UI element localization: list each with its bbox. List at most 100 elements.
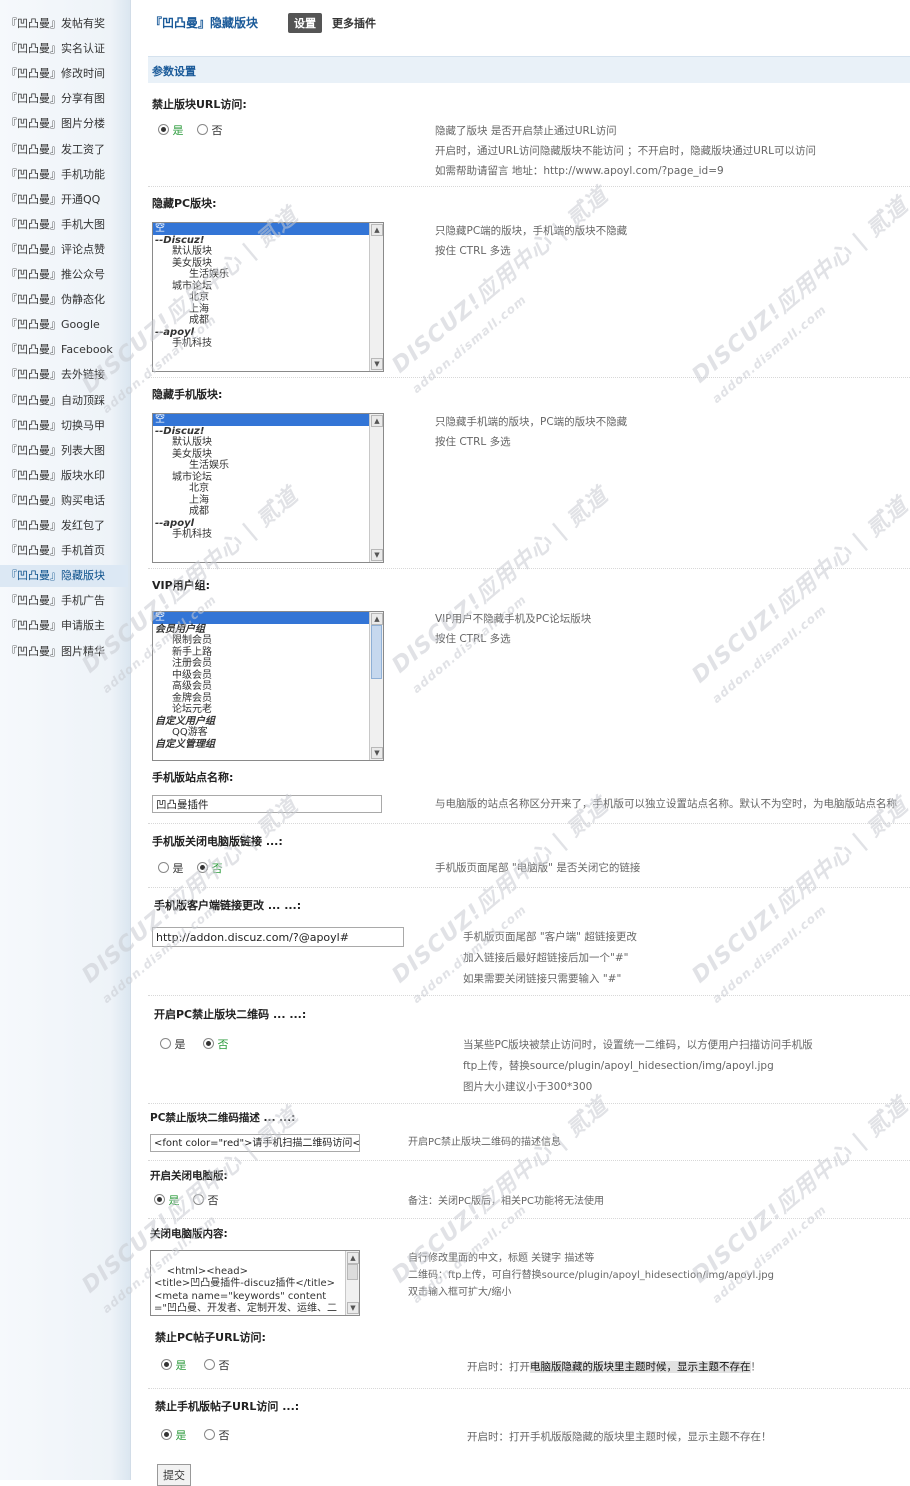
- radio-group-mobile-thread-url: 是 否: [161, 1427, 240, 1443]
- sidebar-item[interactable]: 『凹凸曼』隐藏版块: [0, 565, 128, 588]
- help-block-url: 隐藏了版块 是否开启禁止通过URL访问 开启时，通过URL访问隐藏版块不能访问 …: [435, 121, 816, 181]
- main-content: 『凹凸曼』隐藏版块 设置 更多插件 参数设置 禁止版块URL访问: 是 否 隐藏…: [130, 0, 910, 1486]
- scrollbar[interactable]: ▲ ▼: [369, 223, 383, 371]
- radio-yes[interactable]: [158, 862, 169, 873]
- select-optgroup[interactable]: 自定义用户组: [153, 716, 383, 728]
- select-option[interactable]: 美女版块: [153, 449, 383, 461]
- scroll-up-icon[interactable]: ▲: [371, 224, 383, 236]
- sidebar-item[interactable]: 『凹凸曼』分享有图: [0, 88, 128, 110]
- help-line: ftp上传，替换source/plugin/apoyl_hidesection/…: [463, 1060, 774, 1072]
- sidebar-item[interactable]: 『凹凸曼』评论点赞: [0, 239, 128, 261]
- sidebar-item[interactable]: 『凹凸曼』手机大图: [0, 214, 128, 236]
- sidebar-item[interactable]: 『凹凸曼』手机广告: [0, 590, 128, 612]
- sidebar-item[interactable]: 『凹凸曼』实名认证: [0, 38, 128, 60]
- help-hide-mobile: 只隐藏手机端的版块，PC端的版块不隐藏 按住 CTRL 多选: [435, 412, 627, 452]
- scrollbar[interactable]: ▲ ▼: [369, 414, 383, 562]
- select-option[interactable]: 默认版块: [153, 437, 383, 449]
- radio-no-label: 否: [218, 1429, 230, 1442]
- sidebar-item[interactable]: 『凹凸曼』伪静态化: [0, 289, 128, 311]
- field-label-block-url: 禁止版块URL访问:: [152, 98, 247, 111]
- select-option[interactable]: 中级会员: [153, 670, 383, 682]
- radio-option-no[interactable]: 否: [197, 124, 223, 137]
- scroll-thumb[interactable]: [371, 625, 382, 679]
- help-line: 当某些PC版块被禁止访问时，设置统一二维码，以方便用户扫描访问手机版: [463, 1039, 813, 1051]
- help-text: ！: [750, 1361, 762, 1373]
- select-option[interactable]: 论坛元老: [153, 704, 383, 716]
- radio-yes-label: 是: [175, 1359, 187, 1372]
- scroll-up-icon[interactable]: ▲: [371, 613, 383, 625]
- sidebar-item[interactable]: 『凹凸曼』版块水印: [0, 465, 128, 487]
- radio-option-no[interactable]: 否: [204, 1359, 230, 1372]
- select-option[interactable]: 生活娱乐: [153, 460, 383, 472]
- sidebar-item[interactable]: 『凹凸曼』发红包了: [0, 515, 128, 537]
- help-line: 只隐藏手机端的版块，PC端的版块不隐藏: [435, 416, 628, 428]
- sidebar-item[interactable]: 『凹凸曼』修改时间: [0, 63, 128, 85]
- help-pc-thread-url: 开启时：打开电脑版隐藏的版块里主题时候，显示主题不存在！: [467, 1357, 761, 1377]
- select-option[interactable]: 注册会员: [153, 658, 383, 670]
- row-divider: [148, 995, 910, 996]
- scrollbar[interactable]: ▲ ▼: [369, 612, 383, 760]
- sidebar-item[interactable]: 『凹凸曼』发工资了: [0, 139, 128, 161]
- sidebar-item[interactable]: 『凹凸曼』切换马甲: [0, 415, 128, 437]
- help-line: 隐藏了版块 是否开启禁止通过URL访问: [435, 125, 617, 137]
- scroll-thumb[interactable]: [347, 1264, 358, 1280]
- sidebar-item[interactable]: 『凹凸曼』手机功能: [0, 164, 128, 186]
- help-line: 开启时，通过URL访问隐藏版块不能访问 ；不开启时，隐藏版块通过URL可以访问: [435, 145, 816, 157]
- sidebar-item[interactable]: 『凹凸曼』开通QQ: [0, 189, 128, 211]
- sidebar-item[interactable]: 『凹凸曼』列表大图: [0, 440, 128, 462]
- row-divider: [148, 186, 910, 187]
- select-option[interactable]: 限制会员: [153, 635, 383, 647]
- scrollbar[interactable]: ▲ ▼: [345, 1251, 359, 1315]
- sidebar-item[interactable]: 『凹凸曼』图片分楼: [0, 113, 128, 135]
- select-optgroup[interactable]: --Discuz!: [153, 426, 383, 438]
- radio-option-yes[interactable]: 是: [158, 862, 184, 875]
- help-line: 图片大小建议小于300*300: [463, 1081, 593, 1093]
- sidebar-item[interactable]: 『凹凸曼』购买电话: [0, 490, 128, 512]
- radio-option-no[interactable]: 否: [204, 1429, 230, 1442]
- radio-yes[interactable]: [161, 1359, 172, 1370]
- help-highlight: 电脑版隐藏的版块里主题时候，显示主题不存在: [530, 1361, 751, 1373]
- radio-option-yes[interactable]: 是: [161, 1429, 187, 1442]
- radio-option-yes[interactable]: 是: [161, 1359, 187, 1372]
- close-pc-content-textarea[interactable]: <html><head> <title>凹凸曼插件-discuz插件</titl…: [150, 1250, 360, 1316]
- scroll-down-icon[interactable]: ▼: [371, 747, 383, 759]
- sidebar-item[interactable]: 『凹凸曼』推公众号: [0, 264, 128, 286]
- radio-option-yes[interactable]: 是: [160, 1038, 186, 1051]
- radio-no-label: 否: [211, 124, 223, 137]
- sidebar-item[interactable]: 『凹凸曼』手机首页: [0, 540, 128, 562]
- radio-group-pc-qrcode: 是 否: [160, 1036, 239, 1052]
- help-text: 开启时：打开: [467, 1361, 530, 1373]
- radio-option-no[interactable]: 否: [203, 1038, 229, 1051]
- radio-yes[interactable]: [158, 124, 169, 135]
- select-optgroup[interactable]: 自定义管理组: [153, 739, 383, 751]
- select-option[interactable]: QQ游客: [153, 727, 383, 739]
- select-option[interactable]: 空: [153, 414, 369, 426]
- select-option[interactable]: 城市论坛: [153, 472, 383, 484]
- scroll-up-icon[interactable]: ▲: [347, 1252, 359, 1264]
- scroll-down-icon[interactable]: ▼: [371, 358, 383, 370]
- field-label-hide-pc: 隐藏PC版块:: [152, 197, 217, 210]
- radio-yes[interactable]: [161, 1429, 172, 1440]
- radio-no[interactable]: [203, 1038, 214, 1049]
- radio-no[interactable]: [204, 1429, 215, 1440]
- radio-no[interactable]: [197, 124, 208, 135]
- radio-option-yes[interactable]: 是: [158, 124, 184, 137]
- help-line: 如果需要关闭链接只需要输入 "#": [463, 973, 622, 985]
- tab-more-plugins[interactable]: 更多插件: [332, 15, 376, 31]
- sidebar-item[interactable]: 『凹凸曼』发帖有奖: [0, 13, 128, 35]
- radio-yes-label: 是: [174, 1038, 186, 1051]
- sidebar-item[interactable]: 『凹凸曼』Google: [0, 314, 128, 336]
- row-divider: [148, 377, 910, 378]
- select-option[interactable]: 新手上路: [153, 647, 383, 659]
- tab-settings[interactable]: 设置: [288, 13, 322, 33]
- scroll-down-icon[interactable]: ▼: [371, 549, 383, 561]
- textarea-content: <html><head> <title>凹凸曼插件-discuz插件</titl…: [154, 1265, 337, 1315]
- select-option[interactable]: 高级会员: [153, 681, 383, 693]
- radio-yes[interactable]: [160, 1038, 171, 1049]
- help-line: 与电脑版的站点名称区分开来了，手机版可以独立设置站点名称。默认不为空时，为电脑版…: [435, 798, 897, 810]
- scroll-up-icon[interactable]: ▲: [371, 415, 383, 427]
- select-option[interactable]: 金牌会员: [153, 693, 383, 705]
- scroll-down-icon[interactable]: ▼: [347, 1302, 359, 1314]
- radio-no[interactable]: [204, 1359, 215, 1370]
- submit-button[interactable]: 提交: [157, 1464, 191, 1486]
